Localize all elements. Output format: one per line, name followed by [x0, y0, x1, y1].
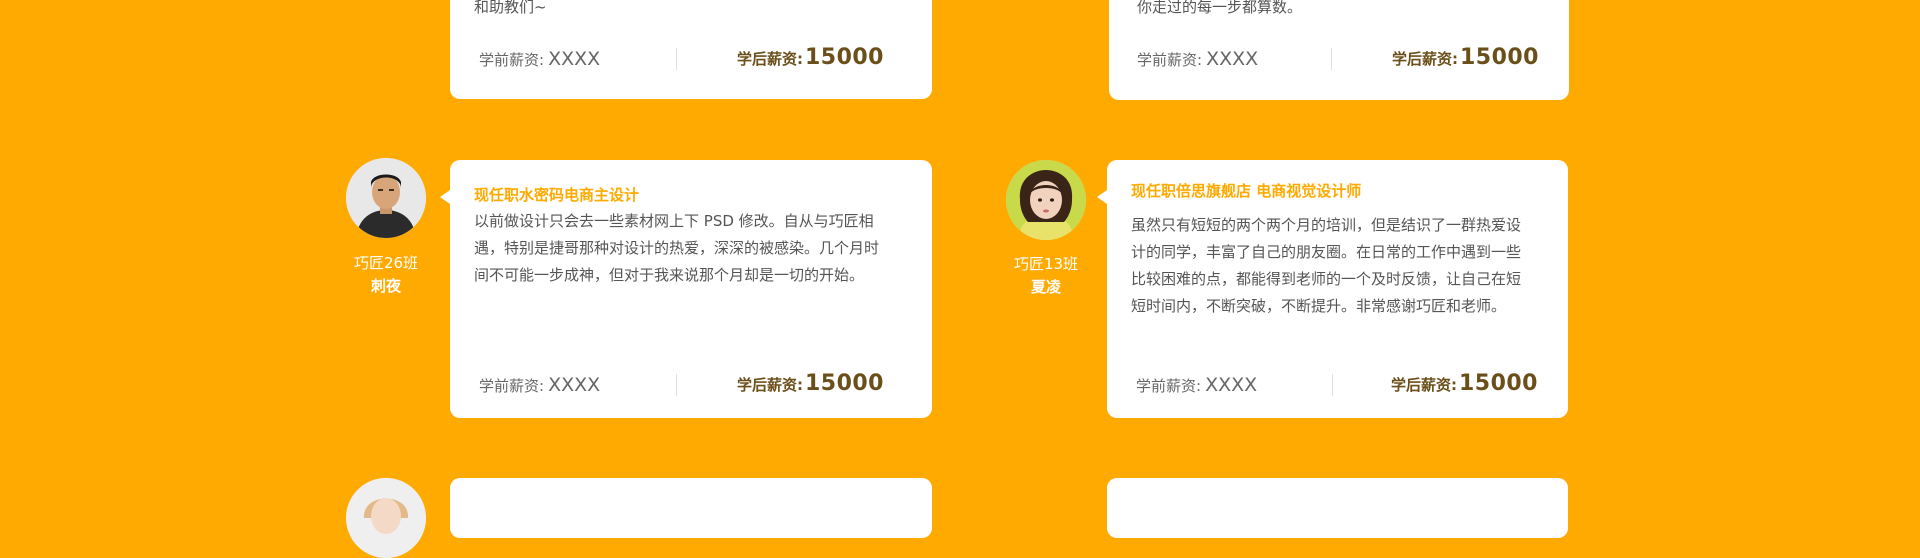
salary-after: 学后薪资:15000 — [1392, 45, 1539, 70]
testimonial-card-5 — [450, 478, 932, 538]
student-avatar-icon — [346, 478, 426, 558]
salary-before-label: 学前薪资: — [479, 51, 545, 69]
student-avatar-icon — [1006, 160, 1086, 240]
salary-after-value: 15000 — [1458, 371, 1538, 396]
testimonial-body: 和助教们~ — [474, 0, 547, 16]
salary-after-label: 学后薪资: — [736, 50, 803, 68]
salary-after-label: 学后薪资: — [736, 376, 803, 394]
salary-before: 学前薪资: XXXX — [479, 374, 600, 396]
testimonial-card-6 — [1107, 478, 1568, 538]
testimonial-body: 以前做设计只会去一些素材网上下 PSD 修改。自从与巧匠相遇，特别是捷哥那种对设… — [474, 212, 880, 284]
salary-before-label: 学前薪资: — [1136, 377, 1202, 395]
salary-after-label: 学后薪资: — [1390, 376, 1457, 394]
salary-before-value: XXXX — [1206, 48, 1259, 70]
salary-divider — [676, 374, 677, 396]
student-avatar-icon — [346, 158, 426, 238]
salary-after: 学后薪资:15000 — [737, 371, 884, 396]
salary-after-label: 学后薪资: — [1391, 50, 1458, 68]
salary-divider — [1331, 48, 1332, 70]
testimonial-body: 虽然只有短短的两个两个月的培训，但是结识了一群热爱设计的同学，丰富了自己的朋友圈… — [1131, 216, 1522, 315]
salary-before-value: XXXX — [548, 374, 601, 396]
salary-before-value: XXXX — [548, 48, 601, 70]
testimonial-title: 现任职倍思旗舰店 电商视觉设计师 — [1131, 182, 1362, 200]
student-name: 刺夜 — [370, 277, 401, 295]
salary-after-value: 15000 — [804, 45, 884, 70]
salary-before-label: 学前薪资: — [479, 377, 545, 395]
student-class: 巧匠26班 — [353, 254, 419, 272]
testimonial-card-4: 现任职倍思旗舰店 电商视觉设计师 虽然只有短短的两个两个月的培训，但是结识了一群… — [1097, 160, 1568, 418]
card-pointer — [440, 190, 450, 204]
testimonial-title: 现任职水密码电商主设计 — [474, 186, 640, 204]
salary-after-value: 15000 — [1459, 45, 1539, 70]
card-pointer — [1097, 190, 1107, 204]
testimonial-card-2: 你走过的每一步都算数。 学前薪资: XXXX 学后薪资:15000 — [1109, 0, 1569, 100]
salary-before: 学前薪资: XXXX — [1137, 48, 1258, 70]
student-name: 夏凌 — [1030, 278, 1061, 296]
salary-before: 学前薪资: XXXX — [1136, 374, 1257, 396]
testimonial-card-1: 和助教们~ 学前薪资: XXXX 学后薪资:15000 — [450, 0, 932, 99]
salary-before-label: 学前薪资: — [1137, 51, 1203, 69]
salary-before-value: XXXX — [1205, 374, 1258, 396]
testimonial-body: 你走过的每一步都算数。 — [1137, 0, 1303, 16]
salary-divider — [1332, 374, 1333, 396]
salary-after-value: 15000 — [804, 371, 884, 396]
salary-before: 学前薪资: XXXX — [479, 48, 600, 70]
testimonial-card-3: 现任职水密码电商主设计 以前做设计只会去一些素材网上下 PSD 修改。自从与巧匠… — [440, 160, 932, 418]
student-class: 巧匠13班 — [1013, 255, 1079, 273]
salary-divider — [676, 48, 677, 70]
salary-after: 学后薪资:15000 — [1391, 371, 1538, 396]
salary-after: 学后薪资:15000 — [737, 45, 884, 70]
